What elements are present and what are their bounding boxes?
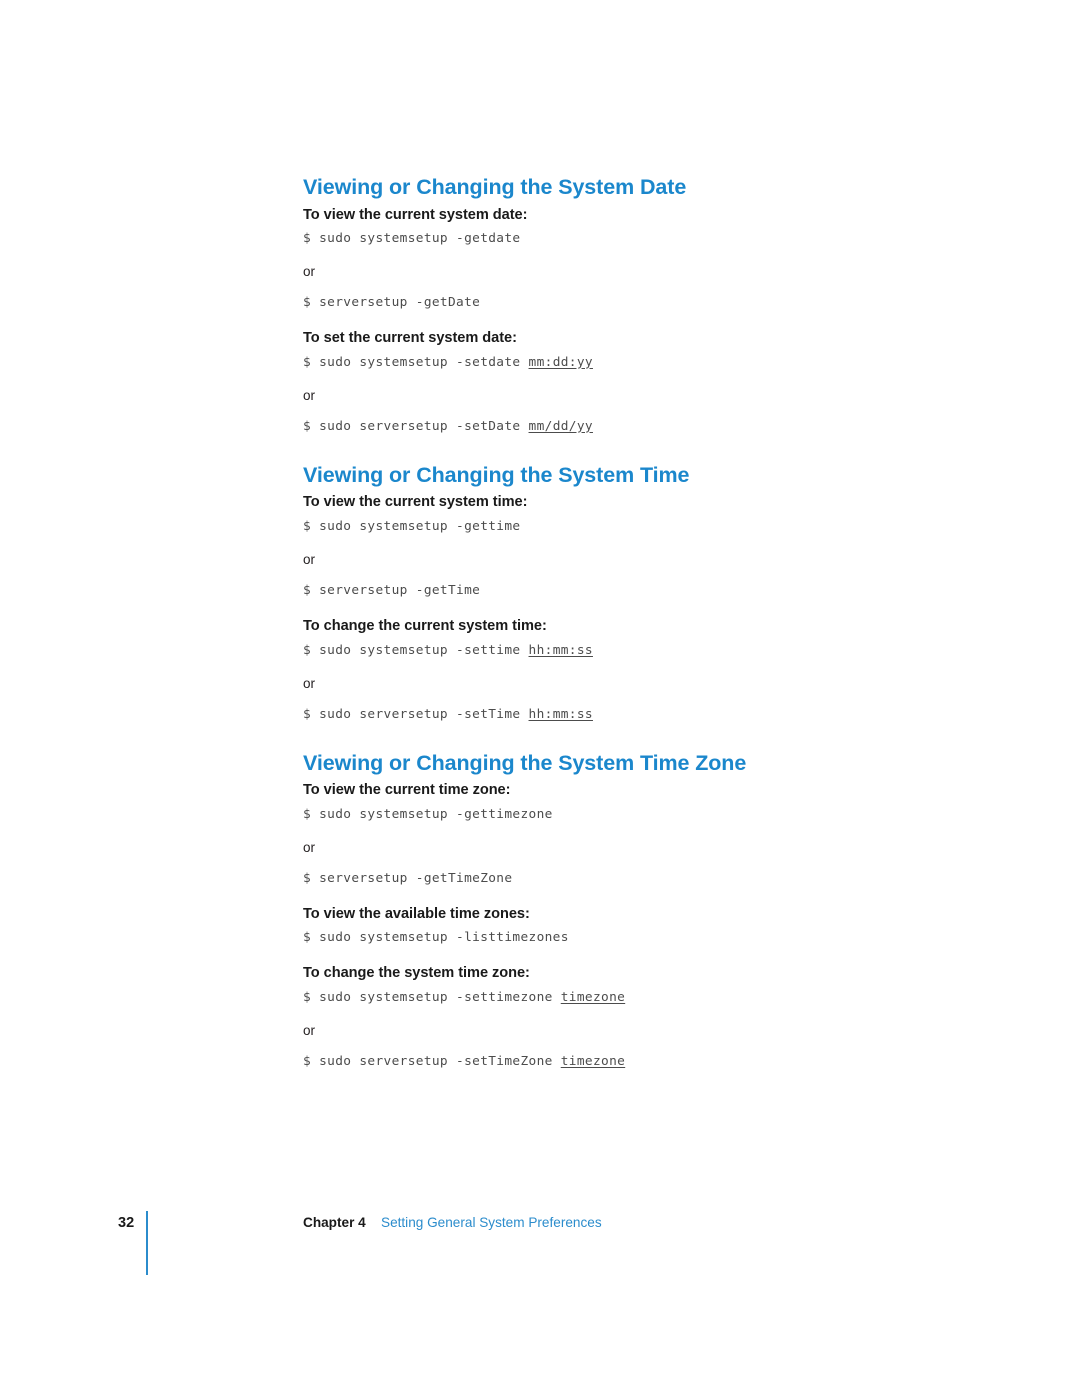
alternative-separator: or [303, 551, 316, 567]
command-line: $ sudo systemsetup -settime hh:mm:ss [303, 643, 863, 659]
command-line: $ sudo systemsetup -setdate mm:dd:yy [303, 355, 863, 371]
command-text: $ sudo serversetup -setTimeZone [303, 1054, 561, 1070]
alternative-separator: or [303, 387, 316, 403]
section-heading: Viewing or Changing the System Time [303, 462, 690, 487]
command-line: $ serversetup -getTime [303, 583, 863, 599]
task-block: To change the system time zone: $ sudo sy… [303, 965, 863, 1070]
page-footer: 32 Chapter 4 Setting General System Pref… [0, 1208, 1080, 1288]
page-number: 32 [118, 1215, 135, 1231]
task-block: To change the current system time: $ sudo… [303, 618, 863, 723]
command-argument: hh:mm:ss [528, 642, 593, 658]
alternative-separator: or [303, 839, 316, 855]
command-text: $ sudo systemsetup -listtimezones [303, 930, 569, 946]
command-argument: mm/dd/yy [528, 418, 593, 434]
command-text: $ sudo systemsetup -setdate [303, 354, 529, 370]
section-heading: Viewing or Changing the System Time Zone [303, 750, 747, 775]
task-block: To view the current time zone: $ sudo sys… [303, 782, 863, 887]
footer-chapter-title: Setting General System Preferences [381, 1215, 602, 1230]
alternative-separator: or [303, 675, 316, 691]
footer-divider-rule [146, 1211, 148, 1275]
command-line: $ serversetup -getTimeZone [303, 871, 863, 887]
document-section: Viewing or Changing the System Time Zone… [303, 752, 863, 1070]
section-heading: Viewing or Changing the System Date [303, 175, 687, 199]
command-argument: timezone [560, 1054, 626, 1070]
command-line: $ sudo systemsetup -gettimezone [303, 807, 863, 823]
task-heading: To change the current system time: [303, 618, 547, 635]
command-argument: hh:mm:ss [528, 706, 593, 722]
task-block: To view the available time zones: $ sudo … [303, 906, 863, 946]
task-heading: To view the available time zones: [303, 905, 530, 922]
task-heading: To set the current system date: [303, 330, 517, 347]
command-text: $ serversetup -getTime [303, 583, 481, 599]
command-text: $ sudo systemsetup -gettime [303, 518, 521, 534]
command-argument: mm:dd:yy [528, 354, 593, 370]
task-block: To view the current system date: $ sudo s… [303, 207, 863, 312]
task-heading: To view the current time zone: [303, 782, 511, 799]
command-text: $ sudo systemsetup -settimezone [303, 989, 561, 1005]
command-line: $ sudo systemsetup -gettime [303, 519, 863, 535]
task-heading: To change the system time zone: [303, 965, 530, 982]
command-text: $ sudo systemsetup -gettimezone [303, 806, 553, 822]
task-block: To set the current system date: $ sudo sy… [303, 330, 863, 435]
command-line: $ sudo systemsetup -getdate [303, 231, 863, 247]
page-content: Viewing or Changing the System Date To vi… [303, 176, 863, 1070]
command-text: $ sudo serversetup -setTime [303, 706, 529, 722]
command-text: $ sudo serversetup -setDate [303, 418, 529, 434]
alternative-separator: or [303, 1022, 316, 1038]
command-text: $ serversetup -getDate [303, 295, 481, 311]
document-section: Viewing or Changing the System Time To vi… [303, 464, 863, 723]
command-argument: timezone [560, 989, 626, 1005]
command-line: $ sudo systemsetup -settimezone timezone [303, 990, 863, 1006]
footer-chapter-label: Chapter 4 [303, 1215, 366, 1230]
task-heading: To view the current system date: [303, 206, 528, 223]
command-text: $ serversetup -getTimeZone [303, 870, 513, 886]
command-line: $ sudo serversetup -setTime hh:mm:ss [303, 707, 863, 723]
task-block: To view the current system time: $ sudo s… [303, 494, 863, 599]
task-heading: To view the current system time: [303, 494, 528, 511]
command-text: $ sudo systemsetup -getdate [303, 231, 521, 247]
command-line: $ sudo systemsetup -listtimezones [303, 930, 863, 946]
document-page: Viewing or Changing the System Date To vi… [0, 0, 1080, 1397]
command-line: $ sudo serversetup -setDate mm/dd/yy [303, 419, 863, 435]
command-line: $ serversetup -getDate [303, 295, 863, 311]
command-text: $ sudo systemsetup -settime [303, 642, 529, 658]
document-section: Viewing or Changing the System Date To vi… [303, 176, 863, 435]
command-line: $ sudo serversetup -setTimeZone timezone [303, 1054, 863, 1070]
alternative-separator: or [303, 264, 316, 280]
